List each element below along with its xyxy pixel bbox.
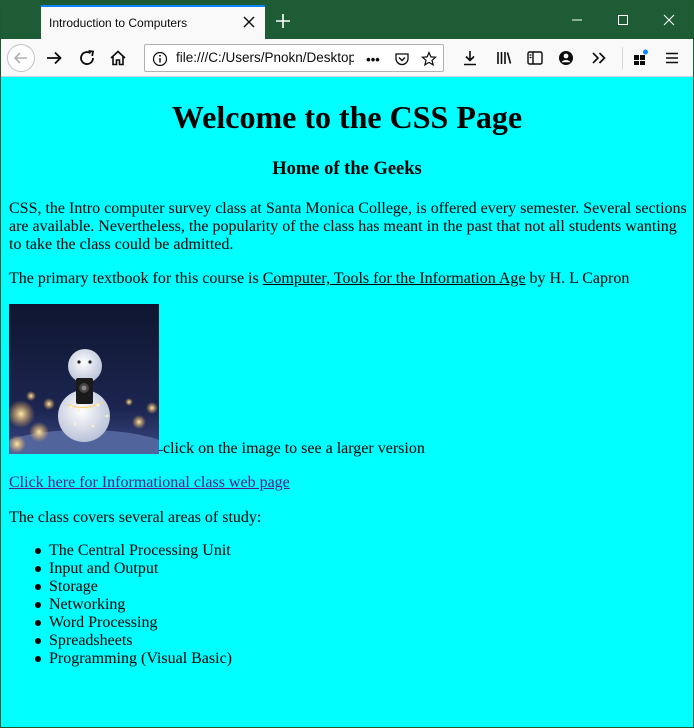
page-subtitle: Home of the Geeks: [272, 159, 422, 179]
areas-intro: The class covers several areas of study:: [9, 509, 262, 526]
textbook-suffix: by H. L Capron: [525, 270, 630, 287]
account-button[interactable]: [551, 43, 581, 73]
sidebar-icon: [527, 51, 543, 65]
textbook-paragraph: The primary textbook for this course is …: [9, 270, 689, 288]
list-item: Spreadsheets: [34, 632, 232, 650]
list-item: Storage: [34, 578, 232, 596]
close-icon: [663, 14, 675, 26]
arrow-right-icon: [47, 51, 62, 65]
hamburger-menu-icon: [666, 52, 678, 64]
toolbar-separator: [622, 47, 623, 69]
address-bar[interactable]: file:///C:/Users/Pnokn/Desktop/ •••: [144, 44, 444, 72]
extensions-button[interactable]: [625, 43, 655, 73]
home-icon: [110, 50, 126, 66]
tab-close-icon[interactable]: [239, 12, 259, 32]
page-actions-icon[interactable]: •••: [364, 50, 382, 68]
list-item: Word Processing: [34, 614, 232, 632]
overflow-menu-button[interactable]: [584, 43, 614, 73]
navigation-toolbar: file:///C:/Users/Pnokn/Desktop/ •••: [1, 39, 693, 77]
plus-icon: [276, 14, 290, 28]
list-item: Networking: [34, 596, 232, 614]
info-icon[interactable]: [151, 50, 169, 68]
new-tab-button[interactable]: [269, 7, 297, 35]
menu-button[interactable]: [657, 43, 687, 73]
list-item: The Central Processing Unit: [34, 542, 231, 559]
page-content: Welcome to the CSS Page Home of the Geek…: [1, 77, 693, 727]
account-icon: [559, 51, 573, 65]
page-title: Welcome to the CSS Page: [171, 99, 523, 135]
snowman-photo: [9, 304, 159, 454]
tab-strip: Introduction to Computers: [1, 1, 693, 39]
browser-window: Introduction to Computers file:///C:/Use…: [0, 0, 694, 728]
reload-icon: [80, 50, 95, 65]
maximize-button[interactable]: [600, 1, 646, 39]
snowman-image-link[interactable]: [9, 304, 159, 454]
minimize-icon: [572, 19, 582, 21]
active-tab[interactable]: Introduction to Computers: [41, 5, 265, 39]
bookmark-star-icon[interactable]: [420, 50, 438, 68]
library-button[interactable]: [489, 43, 519, 73]
url-text[interactable]: file:///C:/Users/Pnokn/Desktop/: [176, 50, 354, 65]
image-caption: click on the image to see a larger versi…: [163, 440, 425, 457]
forward-button[interactable]: [39, 43, 69, 73]
topics-list: The Central Processing Unit Input and Ou…: [34, 542, 233, 668]
double-chevron-right-icon: [592, 52, 606, 64]
tab-title: Introduction to Computers: [49, 16, 188, 30]
textbook-prefix: The primary textbook for this course is: [9, 270, 263, 287]
list-item: Input and Output: [34, 560, 232, 578]
downloads-button[interactable]: [455, 43, 485, 73]
intro-paragraph: CSS, the Intro computer survey class at …: [9, 200, 687, 253]
textbook-title: Computer, Tools for the Information Age: [262, 270, 526, 287]
arrow-left-icon: [13, 52, 27, 64]
home-button[interactable]: [103, 43, 133, 73]
extensions-icon: [634, 49, 648, 65]
maximize-icon: [618, 15, 628, 25]
sidebar-button[interactable]: [520, 43, 550, 73]
library-icon: [497, 52, 512, 64]
reload-button[interactable]: [72, 43, 102, 73]
minimize-button[interactable]: [554, 1, 600, 39]
download-icon: [464, 51, 476, 66]
back-button[interactable]: [6, 43, 36, 73]
window-close-button[interactable]: [646, 1, 692, 39]
list-item: Programming (Visual Basic): [34, 650, 233, 667]
pocket-icon[interactable]: [393, 50, 411, 68]
info-class-link[interactable]: Click here for Informational class web p…: [9, 474, 290, 492]
